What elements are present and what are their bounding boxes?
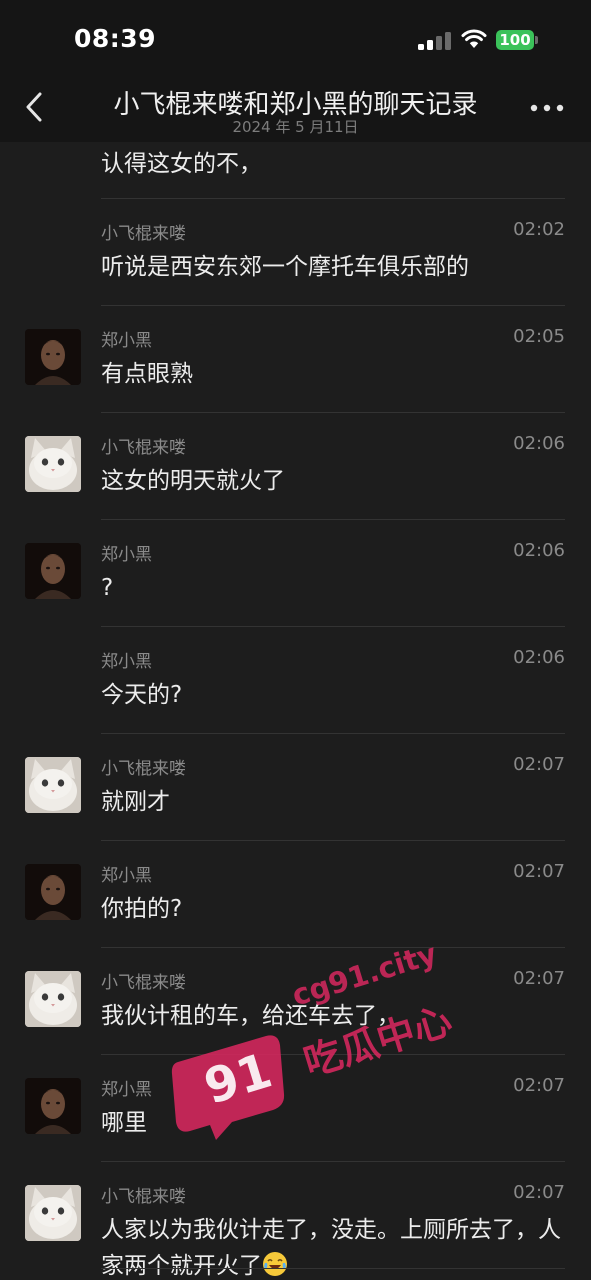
sender-name: 郑小黑: [101, 1080, 152, 1100]
sender-name: 郑小黑: [101, 545, 152, 565]
avatar[interactable]: [25, 1185, 81, 1241]
message-time: 02:06: [513, 433, 565, 454]
avatar[interactable]: [25, 543, 81, 599]
sender-name: 郑小黑: [101, 866, 152, 886]
message-time: 02:07: [513, 1182, 565, 1203]
message-text: ?: [101, 570, 571, 606]
message-text-content: 这女的明天就火了: [101, 468, 285, 494]
avatar[interactable]: [25, 757, 81, 813]
message-text-content: 你拍的?: [101, 896, 183, 922]
battery-level: 100: [499, 31, 531, 49]
chat-message-row[interactable]: 郑小黑 02:06?: [0, 520, 591, 627]
chevron-left-icon[interactable]: [20, 90, 50, 124]
message-text-content: ?: [101, 575, 114, 601]
message-text-content: 我伙计租的车，给还车去了，: [101, 1003, 400, 1029]
chat-message-row[interactable]: 小飞棍来喽 02:07 就刚才: [0, 734, 591, 841]
message-time: 02:07: [513, 1075, 565, 1096]
sender-name: 小飞棍来喽: [101, 1187, 186, 1207]
chat-message-row[interactable]: 郑小黑 02:06 今天的?: [0, 627, 591, 734]
message-time: 02:07: [513, 754, 565, 775]
message-time: 02:06: [513, 647, 565, 668]
message-text: 听说是西安东郊一个摩托车俱乐部的: [101, 249, 571, 285]
signal-icon: [418, 32, 452, 50]
message-time: 02:05: [513, 326, 565, 347]
avatar[interactable]: [25, 1078, 81, 1134]
battery-icon: 100: [496, 30, 538, 50]
message-text: 你拍的?: [101, 891, 571, 927]
sender-name: 小飞棍来喽: [101, 759, 186, 779]
chat-message-row[interactable]: 小飞棍来喽 02:07 人家以为我伙计走了，没走。上厕所去了，人家两个就开火了: [0, 1162, 591, 1279]
sender-name: 小飞棍来喽: [101, 438, 186, 458]
avatar[interactable]: [25, 436, 81, 492]
sender-name: 小飞棍来喽: [101, 973, 186, 993]
partial-message: 认得这女的不，: [101, 151, 262, 177]
message-text-content: 听说是西安东郊一个摩托车俱乐部的: [101, 254, 469, 280]
nav-bar: 小飞棍来喽和郑小黑的聊天记录 2024 年 5 月11日: [0, 80, 591, 142]
message-time: 02:02: [513, 219, 565, 240]
sender-name: 郑小黑: [101, 331, 152, 351]
message-text-content: 哪里: [101, 1110, 147, 1136]
laughing-crying-emoji-icon: [263, 1252, 287, 1276]
message-text-content: 人家以为我伙计走了，没走。上厕所去了，人家两个就开火了: [101, 1217, 561, 1279]
message-text: 我伙计租的车，给还车去了，: [101, 998, 571, 1034]
message-text: 今天的?: [101, 677, 571, 713]
chat-message-row[interactable]: 小飞棍来喽 02:07 我伙计租的车，给还车去了，: [0, 948, 591, 1055]
chat-message-row[interactable]: 郑小黑 02:07 哪里: [0, 1055, 591, 1162]
avatar[interactable]: [25, 329, 81, 385]
sender-name: 小飞棍来喽: [101, 224, 186, 244]
message-text: 哪里: [101, 1105, 571, 1141]
sender-name: 郑小黑: [101, 652, 152, 672]
status-bar: 08:39 100: [0, 0, 591, 80]
chat-history-screen: 08:39 100 小飞棍来喽和郑小黑的聊天记录 2024 年 5 月11日 认…: [0, 0, 591, 1280]
avatar[interactable]: [25, 971, 81, 1027]
avatar[interactable]: [25, 864, 81, 920]
wifi-icon: [461, 29, 487, 48]
message-text-content: 今天的?: [101, 682, 183, 708]
chat-message-row[interactable]: 小飞棍来喽 02:06 这女的明天就火了: [0, 413, 591, 520]
chat-record-list[interactable]: 认得这女的不， 小飞棍来喽 02:02 听说是西安东郊一个摩托车俱乐部的郑小黑 02:…: [0, 142, 591, 1280]
message-time: 02:06: [513, 540, 565, 561]
chat-message-row[interactable]: 郑小黑 02:07 你拍的?: [0, 841, 591, 948]
message-time: 02:07: [513, 861, 565, 882]
message-text: 这女的明天就火了: [101, 463, 571, 499]
message-text: 有点眼熟: [101, 356, 571, 392]
message-time: 02:07: [513, 968, 565, 989]
status-time: 08:39: [74, 24, 157, 53]
message-text: 人家以为我伙计走了，没走。上厕所去了，人家两个就开火了: [101, 1212, 571, 1280]
message-text-content: 有点眼熟: [101, 361, 193, 387]
chat-message-row[interactable]: 郑小黑 02:05 有点眼熟: [0, 306, 591, 413]
chat-message-row[interactable]: 小飞棍来喽 02:02 听说是西安东郊一个摩托车俱乐部的: [0, 199, 591, 306]
more-dots-icon[interactable]: [530, 104, 564, 112]
divider: [101, 1268, 565, 1269]
message-text-content: 就刚才: [101, 789, 170, 815]
page-subtitle-date: 2024 年 5 月11日: [232, 118, 359, 136]
message-text: 就刚才: [101, 784, 571, 820]
